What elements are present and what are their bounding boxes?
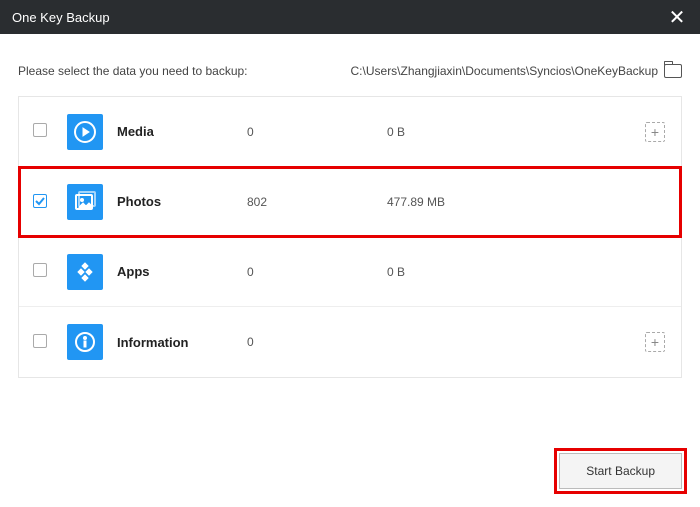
photo-icon (67, 184, 103, 220)
item-label: Photos (117, 194, 247, 209)
backup-list: Media00 B+Photos802477.89 MBApps00 BInfo… (18, 96, 682, 378)
expand-icon[interactable]: + (645, 332, 665, 352)
close-icon[interactable]: ✕ (666, 6, 688, 28)
header-row: Please select the data you need to backu… (18, 64, 682, 78)
expand-icon[interactable]: + (645, 122, 665, 142)
footer: Start Backup (559, 453, 682, 489)
item-size: 0 B (387, 125, 623, 139)
backup-path: C:\Users\Zhangjiaxin\Documents\Syncios\O… (351, 64, 658, 78)
prompt-text: Please select the data you need to backu… (18, 64, 248, 78)
item-label: Media (117, 124, 247, 139)
start-backup-button[interactable]: Start Backup (559, 453, 682, 489)
item-count: 0 (247, 335, 387, 349)
item-size: 477.89 MB (387, 195, 623, 209)
item-label: Information (117, 335, 247, 350)
list-item[interactable]: Information0 + (19, 307, 681, 377)
item-count: 0 (247, 265, 387, 279)
item-count: 0 (247, 125, 387, 139)
list-item[interactable]: Apps00 B (19, 237, 681, 307)
checkbox[interactable] (33, 263, 47, 277)
play-icon (67, 114, 103, 150)
checkbox[interactable] (33, 334, 47, 348)
content-area: Please select the data you need to backu… (0, 34, 700, 378)
checkbox[interactable] (33, 123, 47, 137)
apps-icon (67, 254, 103, 290)
list-item[interactable]: Photos802477.89 MB (19, 167, 681, 237)
item-label: Apps (117, 264, 247, 279)
path-display: C:\Users\Zhangjiaxin\Documents\Syncios\O… (351, 64, 682, 78)
list-item[interactable]: Media00 B + (19, 97, 681, 167)
folder-icon[interactable] (664, 64, 682, 78)
info-icon (67, 324, 103, 360)
titlebar: One Key Backup ✕ (0, 0, 700, 34)
item-count: 802 (247, 195, 387, 209)
checkbox[interactable] (33, 194, 47, 208)
item-size: 0 B (387, 265, 623, 279)
window-title: One Key Backup (12, 10, 110, 25)
